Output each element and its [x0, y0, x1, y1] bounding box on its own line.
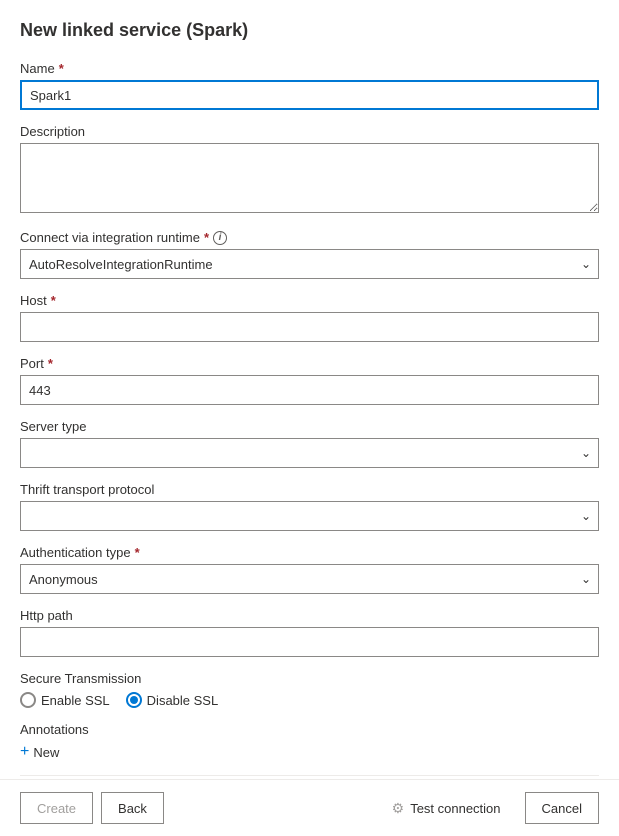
create-button[interactable]: Create: [20, 792, 93, 824]
auth-type-dropdown-wrapper: Anonymous ⌄: [20, 564, 599, 594]
host-input[interactable]: [20, 312, 599, 342]
plus-icon: +: [20, 743, 29, 761]
auth-type-label: Authentication type *: [20, 545, 599, 560]
server-type-field-group: Server type ⌄: [20, 419, 599, 468]
http-path-field-group: Http path: [20, 608, 599, 657]
host-label: Host *: [20, 293, 599, 308]
secure-transmission-field-group: Secure Transmission Enable SSL Disable S…: [20, 671, 599, 708]
name-field-group: Name *: [20, 61, 599, 110]
add-annotation-button[interactable]: + New: [20, 743, 59, 761]
integration-runtime-required-star: *: [204, 230, 209, 245]
server-type-select[interactable]: [20, 438, 599, 468]
thrift-transport-dropdown-wrapper: ⌄: [20, 501, 599, 531]
thrift-transport-label: Thrift transport protocol: [20, 482, 599, 497]
test-connection-button[interactable]: ⚙ Test connection: [376, 792, 517, 824]
name-input[interactable]: [20, 80, 599, 110]
auth-type-field-group: Authentication type * Anonymous ⌄: [20, 545, 599, 594]
annotations-label: Annotations: [20, 722, 599, 737]
auth-type-select[interactable]: Anonymous: [20, 564, 599, 594]
port-required-star: *: [48, 356, 53, 371]
disable-ssl-label: Disable SSL: [147, 693, 219, 708]
test-connection-label: Test connection: [410, 801, 500, 816]
port-input[interactable]: [20, 375, 599, 405]
disable-ssl-radio-dot: [130, 696, 138, 704]
port-field-group: Port *: [20, 356, 599, 405]
back-button[interactable]: Back: [101, 792, 164, 824]
enable-ssl-radio-option[interactable]: Enable SSL: [20, 692, 110, 708]
http-path-label: Http path: [20, 608, 599, 623]
secure-transmission-label: Secure Transmission: [20, 671, 599, 686]
disable-ssl-radio-option[interactable]: Disable SSL: [126, 692, 219, 708]
cancel-button[interactable]: Cancel: [525, 792, 599, 824]
thrift-transport-field-group: Thrift transport protocol ⌄: [20, 482, 599, 531]
description-label: Description: [20, 124, 599, 139]
divider: [20, 775, 599, 776]
host-field-group: Host *: [20, 293, 599, 342]
description-field-group: Description: [20, 124, 599, 216]
disable-ssl-radio-circle: [126, 692, 142, 708]
integration-runtime-label: Connect via integration runtime * i: [20, 230, 599, 245]
integration-runtime-field-group: Connect via integration runtime * i Auto…: [20, 230, 599, 279]
footer-left: Create Back: [20, 792, 164, 824]
name-label: Name *: [20, 61, 599, 76]
page-title: New linked service (Spark): [20, 20, 599, 41]
ssl-radio-group: Enable SSL Disable SSL: [20, 692, 599, 708]
name-required-star: *: [59, 61, 64, 76]
integration-runtime-info-icon[interactable]: i: [213, 231, 227, 245]
annotations-field-group: Annotations + New: [20, 722, 599, 761]
footer: Create Back ⚙ Test connection Cancel: [0, 779, 619, 836]
auth-type-required-star: *: [135, 545, 140, 560]
thrift-transport-select[interactable]: [20, 501, 599, 531]
test-connection-icon: ⚙: [392, 800, 405, 817]
description-input[interactable]: [20, 143, 599, 213]
integration-runtime-select[interactable]: AutoResolveIntegrationRuntime: [20, 249, 599, 279]
http-path-input[interactable]: [20, 627, 599, 657]
server-type-dropdown-wrapper: ⌄: [20, 438, 599, 468]
server-type-label: Server type: [20, 419, 599, 434]
enable-ssl-label: Enable SSL: [41, 693, 110, 708]
host-required-star: *: [51, 293, 56, 308]
integration-runtime-dropdown-wrapper: AutoResolveIntegrationRuntime ⌄: [20, 249, 599, 279]
enable-ssl-radio-circle: [20, 692, 36, 708]
port-label: Port *: [20, 356, 599, 371]
add-annotation-label: New: [33, 745, 59, 760]
footer-right: ⚙ Test connection Cancel: [376, 792, 599, 824]
